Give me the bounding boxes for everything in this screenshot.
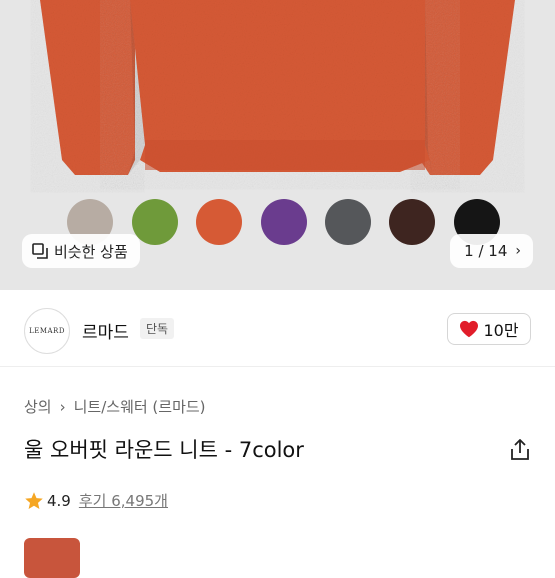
exclusive-badge: 단독 [140, 318, 175, 339]
similar-products-icon [32, 243, 48, 259]
reviews-link[interactable]: 후기 6,495개 [79, 490, 168, 511]
chevron-right-icon: › [515, 243, 521, 259]
heart-icon [460, 320, 479, 338]
color-swatch-green[interactable] [132, 199, 178, 245]
product-title: 울 오버핏 라운드 니트 - 7color [24, 438, 304, 462]
breadcrumb-subcategory[interactable]: 니트/스웨터 (르마드) [74, 396, 206, 417]
product-image-gallery[interactable]: 비슷한 상품 1 / 14 › [0, 0, 555, 290]
share-icon[interactable] [509, 438, 531, 462]
seller-row: LEMARD 르마드 단독 10만 [0, 296, 555, 366]
color-swatch-orange[interactable] [196, 199, 242, 245]
thumbnail-image[interactable] [24, 538, 80, 578]
section-divider [0, 366, 555, 367]
breadcrumb-category[interactable]: 상의 [24, 396, 52, 417]
brand-logo[interactable]: LEMARD [24, 308, 70, 354]
star-icon [25, 491, 43, 509]
rating-row: 4.9 후기 6,495개 [24, 490, 168, 511]
similar-products-label: 비슷한 상품 [54, 242, 128, 261]
breadcrumb-separator-icon: › [59, 397, 66, 416]
color-swatch-charcoal[interactable] [325, 199, 371, 245]
breadcrumb: 상의 › 니트/스웨터 (르마드) [24, 396, 206, 417]
rating-score: 4.9 [47, 491, 71, 510]
image-counter: 1 / 14 [464, 242, 508, 260]
color-swatch-brown[interactable] [389, 199, 435, 245]
like-button[interactable]: 10만 [447, 313, 531, 345]
image-counter-button[interactable]: 1 / 14 › [450, 234, 533, 268]
brand-name[interactable]: 르마드 [82, 318, 129, 343]
like-count: 10만 [483, 321, 519, 340]
similar-products-button[interactable]: 비슷한 상품 [22, 234, 140, 268]
color-swatch-purple[interactable] [261, 199, 307, 245]
brand-logo-text: LEMARD [29, 327, 65, 335]
